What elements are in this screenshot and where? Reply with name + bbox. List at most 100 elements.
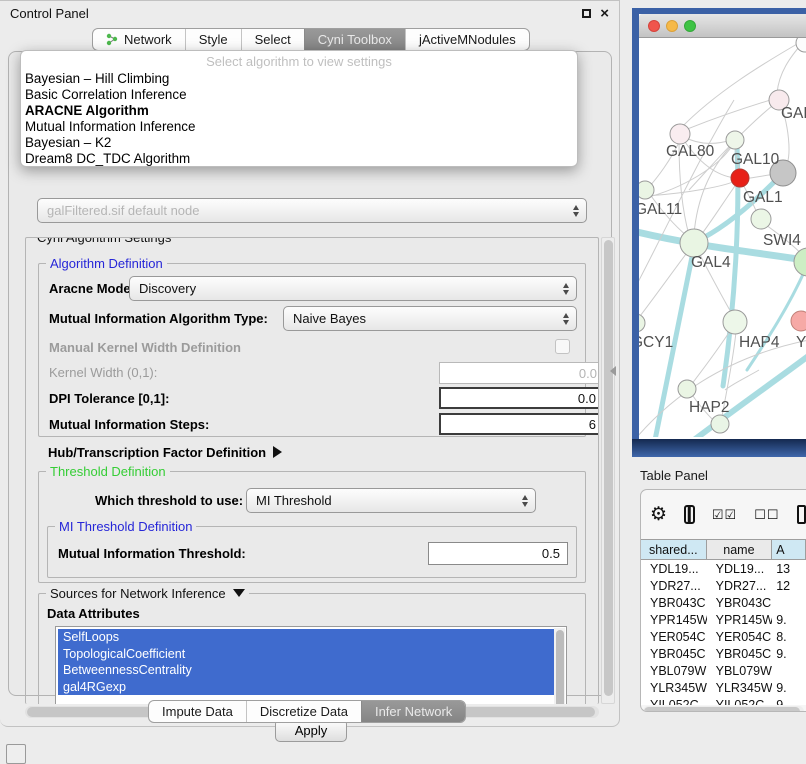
table-row[interactable]: YDR27...YDR27...12: [641, 577, 806, 594]
cyni-algorithm-settings-group: Cyni Algorithm Settings Algorithm Defini…: [25, 237, 599, 704]
table-panel: Table Panel ⚙ ☑☑ ☐☐ shared... name A YDL…: [632, 460, 806, 762]
table-row[interactable]: YBR045CYBR045C9.: [641, 645, 806, 662]
node-label: GCY1: [639, 334, 673, 351]
split-columns-icon[interactable]: [684, 505, 695, 524]
deselect-all-icon[interactable]: ☐☐: [754, 507, 779, 523]
list-item[interactable]: SelfLoops: [58, 629, 554, 646]
collapse-down-icon: [233, 589, 245, 597]
algorithm-option[interactable]: Mutual Information Inference: [21, 119, 577, 135]
network-node-swi4[interactable]: [751, 209, 771, 229]
network-node-gal1[interactable]: [731, 169, 749, 187]
data-attributes-list[interactable]: SelfLoops TopologicalCoefficient Between…: [55, 626, 567, 704]
list-vertical-scrollbar[interactable]: [554, 628, 565, 704]
list-item[interactable]: gal4RGexp: [58, 679, 554, 696]
node-label: Y: [796, 334, 806, 351]
combo-arrows-icon: [522, 495, 535, 507]
network-node-hap2[interactable]: [678, 380, 696, 398]
data-attributes-label: Data Attributes: [47, 606, 140, 621]
network-window-titlebar[interactable]: [639, 14, 806, 38]
table-row[interactable]: YPR145WYPR145W9.: [641, 611, 806, 628]
algorithm-option[interactable]: Bayesian – Hill Climbing: [21, 71, 577, 87]
network-node-gcy1[interactable]: [639, 314, 645, 332]
tab-select[interactable]: Select: [241, 29, 304, 50]
kernel-width-field[interactable]: 0.0: [439, 362, 599, 384]
restore-panel-button[interactable]: [6, 744, 26, 764]
aracne-mode-combobox[interactable]: Discovery: [129, 276, 577, 301]
hub-definition-toggle[interactable]: Hub/Transcription Factor Definition: [48, 445, 282, 460]
table-rows: YDL19...YDL19...13 YDR27...YDR27...12 YB…: [641, 560, 806, 705]
algorithm-option[interactable]: Dream8 DC_TDC Algorithm: [21, 151, 577, 167]
network-canvas[interactable]: GAL GAL80 GAL10 GAL1 GAL11 SWI4 GAL4 GCY…: [639, 38, 806, 439]
manual-kernel-checkbox[interactable]: [555, 339, 570, 354]
mi-type-label: Mutual Information Algorithm Type:: [49, 311, 268, 326]
table-panel-title: Table Panel: [632, 460, 806, 483]
network-node-salmon[interactable]: [791, 311, 806, 331]
sources-title[interactable]: Sources for Network Inference: [46, 586, 249, 601]
zoom-window-icon[interactable]: [684, 20, 696, 32]
table-panel-box: ⚙ ☑☑ ☐☐ shared... name A YDL19...YDL19..…: [640, 489, 806, 712]
tab-style[interactable]: Style: [185, 29, 241, 50]
network-node-gal4[interactable]: [680, 229, 708, 257]
dpi-tolerance-field[interactable]: 0.0: [439, 387, 599, 409]
list-item[interactable]: BetweennessCentrality: [58, 662, 554, 679]
float-panel-icon[interactable]: [582, 9, 591, 18]
mi-threshold-title: MI Threshold Definition: [55, 519, 196, 534]
tab-discretize-data[interactable]: Discretize Data: [246, 701, 361, 722]
network-node[interactable]: [711, 415, 729, 433]
control-panel-window: Control Panel × Network Style Select Cyn…: [0, 0, 620, 727]
column-header-name[interactable]: name: [707, 540, 773, 559]
algorithm-option-selected[interactable]: ARACNE Algorithm: [21, 103, 577, 119]
table-horizontal-scrollbar[interactable]: [643, 706, 804, 712]
column-header-shared-name[interactable]: shared...: [641, 540, 707, 559]
tab-infer-network[interactable]: Infer Network: [361, 701, 465, 722]
panel-divider-handle[interactable]: [610, 366, 616, 376]
gear-icon[interactable]: ⚙: [650, 505, 667, 524]
mi-steps-label: Mutual Information Steps:: [49, 417, 209, 432]
close-panel-icon[interactable]: ×: [600, 6, 609, 21]
table-row[interactable]: YER054CYER054C8.: [641, 628, 806, 645]
network-node-gal80[interactable]: [670, 124, 690, 144]
algorithm-dropdown: Select algorithm to view settings Bayesi…: [20, 50, 578, 167]
network-node-gal11[interactable]: [639, 181, 654, 199]
expand-right-icon: [273, 446, 282, 458]
tab-jactivemnodules[interactable]: jActiveMNodules: [405, 29, 529, 50]
table-row[interactable]: YBR043CYBR043C: [641, 594, 806, 611]
network-node-gal10[interactable]: [726, 131, 744, 149]
mi-type-combobox[interactable]: Naive Bayes: [283, 306, 577, 331]
threshold-definition-group: Threshold Definition Which threshold to …: [38, 471, 586, 583]
node-label: HAP4: [739, 334, 780, 351]
table-row[interactable]: YBL079WYBL079W: [641, 662, 806, 679]
network-node[interactable]: [796, 38, 806, 52]
which-threshold-combobox[interactable]: MI Threshold: [246, 488, 536, 513]
algorithm-option[interactable]: Basic Correlation Inference: [21, 87, 577, 103]
table-row[interactable]: YLR345WYLR345W9.: [641, 679, 806, 696]
mi-steps-field[interactable]: 6: [439, 413, 599, 435]
node-label: GAL1: [743, 189, 783, 206]
network-node[interactable]: [794, 248, 806, 276]
tab-impute-data[interactable]: Impute Data: [149, 701, 246, 722]
combo-arrows-icon: [573, 205, 586, 217]
table-row[interactable]: YDL19...YDL19...13: [641, 560, 806, 577]
node-label: GAL10: [731, 151, 780, 168]
algorithm-option[interactable]: Bayesian – K2: [21, 135, 577, 151]
table-toolbar: ⚙ ☑☑ ☐☐: [641, 490, 806, 539]
algorithm-definition-group: Algorithm Definition Aracne Mode: Discov…: [38, 263, 586, 437]
tab-cyni-toolbox[interactable]: Cyni Toolbox: [304, 29, 405, 50]
bottom-tabstrip: Impute Data Discretize Data Infer Networ…: [148, 700, 466, 723]
algorithm-dropdown-hint: Select algorithm to view settings: [21, 54, 577, 71]
column-header-partial[interactable]: A: [772, 540, 806, 559]
node-label: GAL80: [666, 143, 715, 160]
mi-threshold-field[interactable]: 0.5: [428, 542, 568, 565]
list-item[interactable]: TopologicalCoefficient: [58, 646, 554, 663]
minimize-window-icon[interactable]: [666, 20, 678, 32]
settings-vertical-scrollbar[interactable]: [601, 237, 615, 704]
tab-network-label: Network: [124, 32, 172, 47]
network-node-hap4[interactable]: [723, 310, 747, 334]
table-header: shared... name A: [641, 539, 806, 560]
tab-network[interactable]: Network: [93, 29, 185, 50]
network-source-combobox[interactable]: galFiltered.sif default node: [37, 198, 587, 223]
close-window-icon[interactable]: [648, 20, 660, 32]
select-all-icon[interactable]: ☑☑: [712, 507, 737, 523]
new-table-icon[interactable]: [797, 505, 806, 524]
table-row[interactable]: YIL052CYIL052C9: [641, 696, 806, 705]
